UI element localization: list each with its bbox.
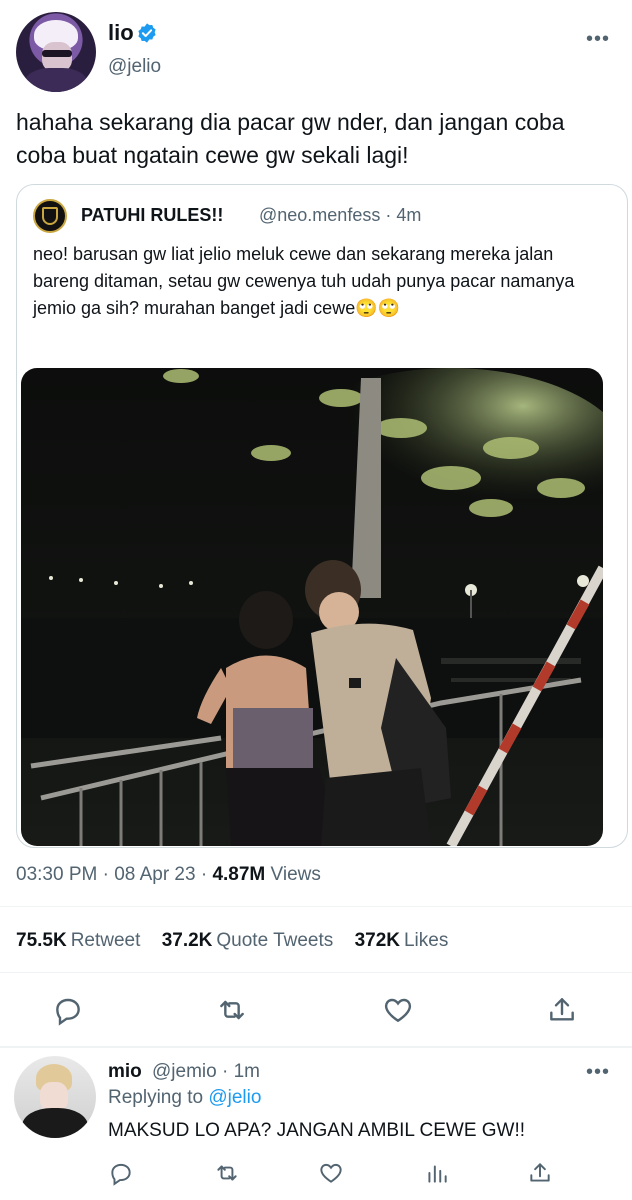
- section-divider: [0, 1046, 632, 1048]
- analytics-icon[interactable]: [424, 1160, 450, 1186]
- reply-author-avatar[interactable]: [14, 1056, 96, 1138]
- avatar-body: [22, 1108, 88, 1138]
- replying-mention[interactable]: @jelio: [208, 1087, 261, 1108]
- share-icon[interactable]: [546, 994, 578, 1026]
- quotes-label: Quote Tweets: [216, 930, 334, 951]
- likes-stat[interactable]: 372K Likes: [355, 930, 449, 951]
- timestamp-row: 03:30 PM · 08 Apr 23 · 4.87M Views: [16, 864, 321, 886]
- more-options-icon[interactable]: •••: [586, 1061, 610, 1084]
- reply-meta[interactable]: @jemio · 1m: [152, 1061, 260, 1083]
- timestamp: 03:30 PM · 08 Apr 23 ·: [16, 864, 213, 885]
- reply-action-bar: [0, 1156, 632, 1196]
- quoted-tweet-photo[interactable]: [21, 368, 603, 846]
- tweet-text: hahaha sekarang dia pacar gw nder, dan j…: [16, 109, 565, 168]
- views-label: Views: [265, 864, 321, 885]
- shield-logo-icon: [42, 207, 58, 225]
- quoted-account-meta: @neo.menfess · 4m: [259, 205, 422, 225]
- quoted-account-name: PATUHI RULES!!: [81, 205, 224, 225]
- retweets-count: 75.5K: [16, 930, 67, 951]
- like-icon[interactable]: [382, 994, 414, 1026]
- author-name[interactable]: lio: [108, 20, 134, 46]
- tweet-action-bar: [0, 990, 632, 1034]
- reply-text: MAKSUD LO APA? JANGAN AMBIL CEWE GW!!: [108, 1120, 526, 1141]
- retweet-icon[interactable]: [216, 994, 248, 1026]
- divider: [0, 972, 632, 973]
- avatar-glasses: [42, 50, 72, 57]
- quoted-account-avatar: [33, 199, 67, 233]
- share-icon[interactable]: [527, 1160, 553, 1186]
- retweet-icon[interactable]: [214, 1160, 240, 1186]
- quoted-tweet[interactable]: PATUHI RULES!! @neo.menfess · 4m neo! ba…: [16, 184, 628, 848]
- quotes-stat[interactable]: 37.2K Quote Tweets: [162, 930, 334, 951]
- author-avatar[interactable]: [16, 12, 96, 92]
- divider: [0, 906, 632, 907]
- quoted-tweet-text: neo! barusan gw liat jelio meluk cewe da…: [33, 244, 575, 318]
- quotes-count: 37.2K: [161, 930, 213, 951]
- reply-icon[interactable]: [52, 994, 84, 1026]
- avatar-body: [24, 68, 88, 92]
- likes-count: 372K: [354, 930, 400, 951]
- likes-label: Likes: [403, 930, 449, 951]
- views-count[interactable]: 4.87M: [212, 864, 265, 885]
- author-handle[interactable]: @jelio: [108, 56, 161, 78]
- replying-to: Replying to @jelio: [108, 1087, 261, 1109]
- retweets-stat[interactable]: 75.5K Retweet: [16, 930, 140, 951]
- more-options-icon[interactable]: •••: [586, 28, 610, 51]
- engagement-stats: 75.5K Retweet 37.2K Quote Tweets 372K Likes: [16, 930, 464, 952]
- reply-icon[interactable]: [108, 1160, 134, 1186]
- like-icon[interactable]: [318, 1160, 344, 1186]
- replying-prefix: Replying to: [108, 1087, 209, 1108]
- night-park-photo: [21, 368, 603, 846]
- reply-author-name[interactable]: mio: [108, 1061, 142, 1083]
- retweets-label: Retweet: [70, 930, 141, 951]
- verified-badge-icon: [138, 23, 156, 43]
